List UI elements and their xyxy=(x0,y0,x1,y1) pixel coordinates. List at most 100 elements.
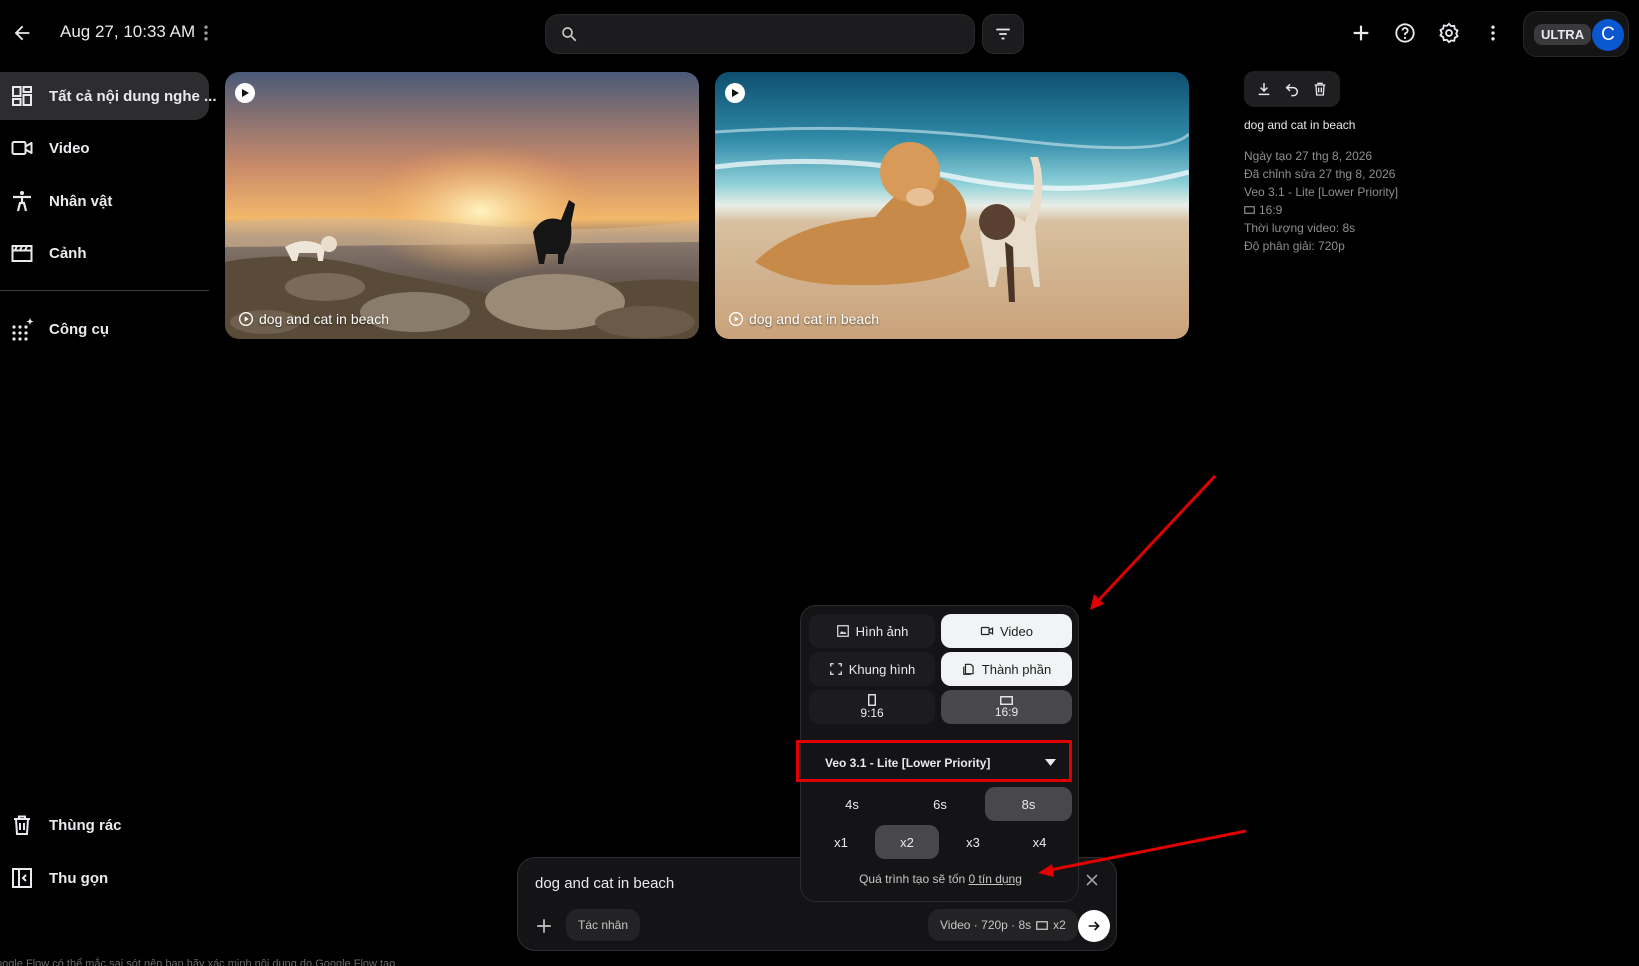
sidebar-item-label: Công cụ xyxy=(49,320,109,338)
type-option-image[interactable]: Hình ảnh xyxy=(809,614,935,648)
add-button[interactable] xyxy=(1343,15,1379,51)
sidebar-item-label: Thùng rác xyxy=(49,816,122,834)
plus-icon xyxy=(537,919,551,933)
generation-settings-chip[interactable]: Video · 720p · 8s x2 xyxy=(928,909,1078,941)
title-more-button[interactable] xyxy=(188,15,224,51)
detail-resolution: Độ phân giải: 720p xyxy=(1244,239,1345,253)
filter-button[interactable] xyxy=(982,14,1024,54)
agent-chip-label: Tác nhân xyxy=(578,918,629,932)
download-icon xyxy=(1258,83,1270,96)
dashboard-icon xyxy=(12,86,32,106)
duration-option-6s[interactable]: 6s xyxy=(897,787,983,821)
video-card[interactable]: dog and cat in beach xyxy=(715,72,1189,339)
gear-icon xyxy=(1439,22,1459,44)
type-option-label: Video xyxy=(999,623,1033,639)
image-icon xyxy=(836,625,849,637)
disclaimer-text: oogle Flow có thể mắc sai sót nên bạn hã… xyxy=(0,958,396,966)
sidebar-item-collapse[interactable]: Thu gọn xyxy=(0,854,209,902)
sidebar-item-characters[interactable]: Nhân vật xyxy=(0,177,209,225)
count-option-label: x3 xyxy=(966,834,980,850)
mode-option-label: Khung hình xyxy=(848,661,916,677)
model-dropdown[interactable]: Veo 3.1 - Lite [Lower Priority] xyxy=(811,746,1070,780)
count-option-label: x2 xyxy=(900,834,914,850)
settings-button[interactable] xyxy=(1431,15,1467,51)
agent-chip[interactable]: Tác nhân xyxy=(566,909,641,941)
apps-sparkle-icon xyxy=(12,318,34,341)
play-badge xyxy=(725,83,745,103)
sidebar-item-scenes[interactable]: Cảnh xyxy=(0,229,209,277)
detail-model: Veo 3.1 - Lite [Lower Priority] xyxy=(1244,185,1399,199)
sidebar-item-label: Video xyxy=(49,139,90,157)
video-camera-icon xyxy=(980,626,994,636)
close-popup-button[interactable] xyxy=(1082,870,1102,890)
credit-cost-link[interactable]: 0 tín dụng xyxy=(969,872,1022,886)
back-button[interactable] xyxy=(4,15,40,51)
video-thumbnail-sunset-beach xyxy=(225,72,699,339)
search-icon xyxy=(562,27,577,42)
count-option-x2[interactable]: x2 xyxy=(875,825,939,859)
more-options-button[interactable] xyxy=(1475,15,1511,51)
crop-frame-icon xyxy=(829,663,842,675)
card-caption-text: dog and cat in beach xyxy=(259,311,389,327)
avatar[interactable]: C xyxy=(1592,19,1624,51)
duration-option-label: 6s xyxy=(933,796,947,812)
prompt-input[interactable]: dog and cat in beach xyxy=(535,875,674,892)
mode-option-frames[interactable]: Khung hình xyxy=(809,652,935,686)
arrow-forward-icon xyxy=(1088,921,1100,931)
mode-option-ingredients[interactable]: Thành phần xyxy=(941,652,1072,686)
person-icon xyxy=(13,191,31,212)
ratio-option-portrait[interactable]: 9:16 xyxy=(809,690,935,724)
sidebar-item-label: Tất cả nội dung nghe ... xyxy=(49,87,217,105)
top-bar: Aug 27, 10:33 AM ULTRA C xyxy=(0,0,1639,66)
search-input[interactable] xyxy=(590,23,960,45)
sidebar-item-tools[interactable]: Công cụ xyxy=(0,305,209,353)
count-option-label: x1 xyxy=(834,834,848,850)
count-option-x3[interactable]: x3 xyxy=(941,825,1005,859)
sidebar-item-trash[interactable]: Thùng rác xyxy=(0,801,209,849)
sidebar-item-label: Thu gọn xyxy=(49,869,109,887)
plus-icon xyxy=(1353,25,1369,41)
landscape-ratio-icon xyxy=(1036,920,1049,930)
landscape-ratio-icon xyxy=(1000,695,1013,705)
movie-clapper-icon xyxy=(11,245,33,262)
portrait-ratio-icon xyxy=(868,694,876,706)
count-option-x1[interactable]: x1 xyxy=(809,825,873,859)
filter-icon xyxy=(996,28,1010,40)
undo-button[interactable] xyxy=(1284,81,1300,97)
play-icon xyxy=(732,89,739,97)
delete-button[interactable] xyxy=(1312,81,1328,97)
landscape-ratio-icon xyxy=(1244,206,1255,214)
account-box[interactable]: ULTRA C xyxy=(1523,11,1629,57)
count-option-label: x4 xyxy=(1032,834,1047,850)
collapse-sidebar-icon xyxy=(12,868,32,888)
more-vert-icon xyxy=(1491,25,1495,41)
add-media-button[interactable] xyxy=(530,912,558,940)
plan-badge: ULTRA xyxy=(1534,24,1592,45)
sidebar-item-video[interactable]: Video xyxy=(0,124,209,172)
send-button[interactable] xyxy=(1078,910,1110,942)
detail-metadata: Ngày tạo 27 thg 8, 2026 Đã chỉnh sửa 27 … xyxy=(1244,147,1398,255)
generation-settings-popup: Hình ảnh Video Khung hình Thành phần 9:1… xyxy=(800,605,1079,902)
help-icon xyxy=(1395,23,1415,43)
play-badge xyxy=(235,83,255,103)
help-button[interactable] xyxy=(1387,15,1423,51)
detail-duration: Thời lượng video: 8s xyxy=(1244,221,1356,235)
undo-icon xyxy=(1285,83,1299,97)
play-circle-icon xyxy=(239,312,253,326)
play-circle-icon xyxy=(729,312,743,326)
video-camera-icon xyxy=(11,141,33,155)
video-thumbnail-sunny-beach xyxy=(715,72,1189,339)
search-bar[interactable] xyxy=(545,14,975,54)
duration-option-4s[interactable]: 4s xyxy=(809,787,895,821)
type-option-label: Hình ảnh xyxy=(855,623,909,639)
type-option-video[interactable]: Video xyxy=(941,614,1072,648)
sidebar-item-all-content[interactable]: Tất cả nội dung nghe ... xyxy=(0,72,217,120)
caret-down-icon xyxy=(1045,759,1056,766)
download-button[interactable] xyxy=(1256,81,1272,97)
video-card[interactable]: dog and cat in beach xyxy=(225,72,699,339)
ratio-option-landscape[interactable]: 16:9 xyxy=(941,690,1072,724)
duration-option-8s[interactable]: 8s xyxy=(985,787,1072,821)
more-vert-icon xyxy=(204,25,208,41)
card-caption: dog and cat in beach xyxy=(238,311,389,327)
count-option-x4[interactable]: x4 xyxy=(1007,825,1072,859)
